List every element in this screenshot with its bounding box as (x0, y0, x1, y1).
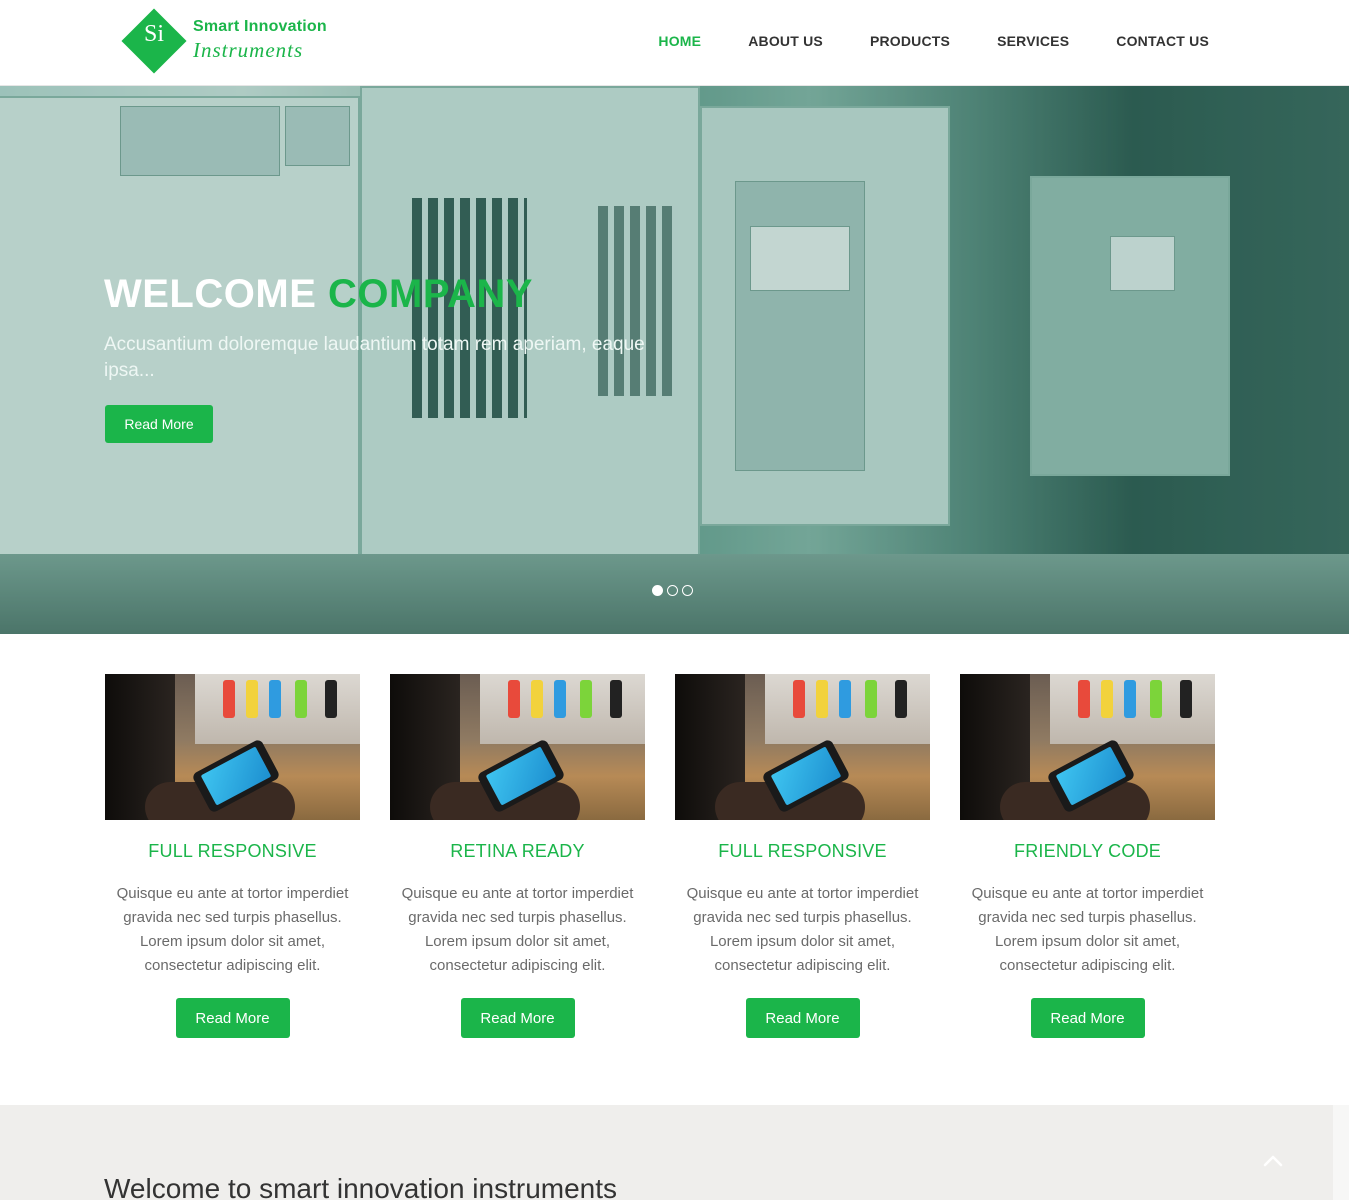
site-header: Si Smart Innovation Instruments HOME ABO… (0, 0, 1349, 86)
feature-title: FRIENDLY CODE (1014, 841, 1161, 861)
feature-title: RETINA READY (450, 841, 585, 861)
feature-title: FULL RESPONSIVE (718, 841, 887, 861)
slide-dot-2-icon[interactable] (667, 585, 678, 596)
nav-products[interactable]: PRODUCTS (870, 33, 950, 49)
feature-image (390, 674, 645, 820)
slide-dot-3-icon[interactable] (682, 585, 693, 596)
logo-initials: Si (143, 21, 164, 47)
feature-card: RETINA READY Quisque eu ante at tortor i… (390, 674, 645, 1038)
feature-read-more-button[interactable]: Read More (175, 998, 290, 1038)
logo[interactable]: Si Smart Innovation Instruments (119, 8, 334, 76)
feature-text: Quisque eu ante at tortor imperdiet grav… (401, 885, 634, 974)
hero-title: WELCOME COMPANY (104, 272, 533, 317)
nav-contact-us[interactable]: CONTACT US (1116, 33, 1209, 49)
nav-about-us[interactable]: ABOUT US (748, 33, 823, 49)
hero-subtitle: Accusantium doloremque laudantium totam … (104, 334, 645, 381)
feature-text: Quisque eu ante at tortor imperdiet grav… (971, 885, 1204, 974)
feature-read-more-button[interactable]: Read More (1030, 998, 1145, 1038)
nav-home[interactable]: HOME (658, 33, 701, 49)
feature-card: FULL RESPONSIVE Quisque eu ante at torto… (675, 674, 930, 1038)
feature-read-more-button[interactable]: Read More (460, 998, 575, 1038)
slider-pagination (652, 585, 693, 596)
slide-dot-1-icon[interactable] (652, 585, 663, 596)
hero-title-white: WELCOME (104, 272, 317, 316)
features-row: FULL RESPONSIVE Quisque eu ante at torto… (105, 674, 1215, 1038)
feature-image (960, 674, 1215, 820)
feature-text: Quisque eu ante at tortor imperdiet grav… (116, 885, 349, 974)
hero-read-more-button[interactable]: Read More (105, 405, 213, 443)
hero-title-green: COMPANY (328, 272, 533, 316)
feature-card: FULL RESPONSIVE Quisque eu ante at torto… (105, 674, 360, 1038)
nav-services[interactable]: SERVICES (997, 33, 1069, 49)
feature-text: Quisque eu ante at tortor imperdiet grav… (686, 885, 919, 974)
chevron-up-icon[interactable] (1262, 1150, 1284, 1172)
logo-name: Smart Innovation (193, 18, 327, 35)
feature-title: FULL RESPONSIVE (148, 841, 317, 861)
hero-slider: WELCOME COMPANY Accusantium doloremque l… (0, 86, 1349, 634)
feature-card: FRIENDLY CODE Quisque eu ante at tortor … (960, 674, 1215, 1038)
feature-image (675, 674, 930, 820)
main-nav: HOME ABOUT US PRODUCTS SERVICES CONTACT … (611, 33, 1209, 49)
feature-read-more-button[interactable]: Read More (745, 998, 860, 1038)
welcome-heading: Welcome to smart innovation instruments (104, 1173, 618, 1200)
logo-tagline: Instruments (193, 38, 304, 62)
feature-image (105, 674, 360, 820)
